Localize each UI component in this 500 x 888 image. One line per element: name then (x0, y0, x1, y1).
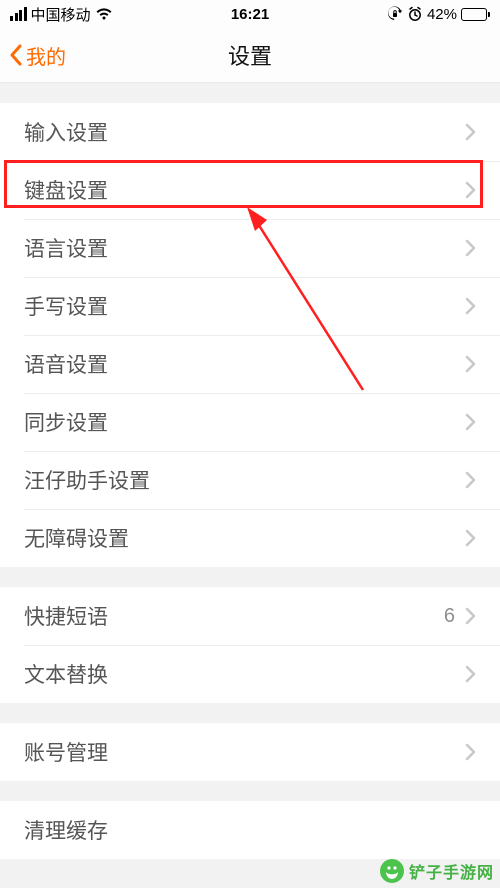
back-label: 我的 (26, 41, 66, 70)
battery-percent: 42% (427, 6, 457, 23)
row-value: 6 (444, 605, 455, 628)
chevron-right-icon (465, 743, 476, 761)
row-label: 同步设置 (24, 407, 108, 437)
row-label: 输入设置 (24, 117, 108, 147)
chevron-right-icon (465, 355, 476, 373)
row-label: 手写设置 (24, 291, 108, 321)
row-clear-cache[interactable]: 清理缓存 (0, 801, 500, 859)
chevron-right-icon (465, 297, 476, 315)
row-sync-settings[interactable]: 同步设置 (0, 393, 500, 451)
row-label: 文本替换 (24, 659, 108, 689)
alarm-icon (407, 6, 423, 22)
chevron-right-icon (465, 665, 476, 683)
row-language-settings[interactable]: 语言设置 (0, 219, 500, 277)
row-label: 键盘设置 (24, 175, 108, 205)
row-voice-settings[interactable]: 语音设置 (0, 335, 500, 393)
carrier-label: 中国移动 (31, 4, 91, 25)
settings-group-1: 快捷短语 6 文本替换 (0, 587, 500, 703)
settings-group-0: 输入设置 键盘设置 语言设置 手写设置 语音设置 同步设置 汪仔助手设置 无障碍… (0, 103, 500, 567)
chevron-right-icon (465, 413, 476, 431)
row-assistant-settings[interactable]: 汪仔助手设置 (0, 451, 500, 509)
row-label: 语言设置 (24, 233, 108, 263)
row-label: 汪仔助手设置 (24, 465, 150, 495)
chevron-right-icon (465, 181, 476, 199)
page-title: 设置 (228, 39, 272, 71)
row-keyboard-settings[interactable]: 键盘设置 (0, 161, 500, 219)
chevron-right-icon (465, 239, 476, 257)
status-left: 中国移动 (10, 4, 113, 25)
chevron-right-icon (465, 607, 476, 625)
row-handwriting-settings[interactable]: 手写设置 (0, 277, 500, 335)
settings-group-2: 账号管理 (0, 723, 500, 781)
row-text-replacement[interactable]: 文本替换 (0, 645, 500, 703)
rotation-lock-icon (387, 6, 403, 22)
row-label: 清理缓存 (24, 815, 108, 845)
signal-icon (10, 7, 27, 21)
chevron-right-icon (465, 471, 476, 489)
status-right: 42% (387, 6, 490, 23)
battery-icon (461, 8, 490, 21)
status-bar: 中国移动 16:21 42% (0, 0, 500, 28)
watermark-logo-icon (379, 858, 405, 884)
row-label: 快捷短语 (24, 601, 108, 631)
chevron-right-icon (465, 529, 476, 547)
row-label: 账号管理 (24, 737, 108, 767)
row-account-management[interactable]: 账号管理 (0, 723, 500, 781)
status-time: 16:21 (231, 6, 269, 23)
watermark-text: 铲子手游网 (409, 859, 494, 883)
chevron-right-icon (465, 123, 476, 141)
settings-group-3: 清理缓存 (0, 801, 500, 859)
row-accessibility-settings[interactable]: 无障碍设置 (0, 509, 500, 567)
row-input-settings[interactable]: 输入设置 (0, 103, 500, 161)
row-label: 无障碍设置 (24, 523, 129, 553)
back-button[interactable]: 我的 (8, 41, 66, 70)
wifi-icon (95, 7, 113, 21)
nav-header: 我的 设置 (0, 28, 500, 83)
row-quick-phrases[interactable]: 快捷短语 6 (0, 587, 500, 645)
row-label: 语音设置 (24, 349, 108, 379)
watermark: 铲子手游网 (379, 858, 494, 884)
